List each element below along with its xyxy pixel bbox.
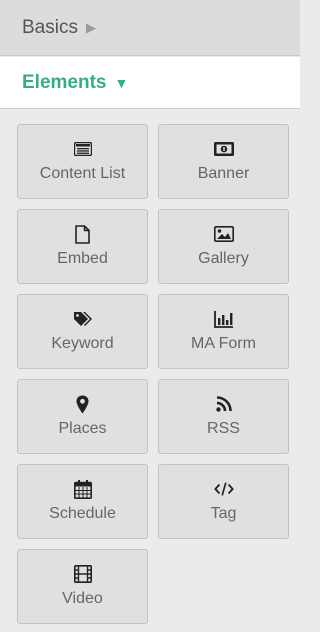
element-label: Embed <box>57 250 108 267</box>
element-tag[interactable]: Tag <box>158 464 289 539</box>
element-label: Banner <box>197 165 250 182</box>
element-label: Schedule <box>49 505 116 522</box>
element-content-list[interactable]: Content List <box>17 124 148 199</box>
image-icon <box>213 224 234 244</box>
code-icon <box>213 479 234 499</box>
rss-icon <box>214 394 234 414</box>
element-banner[interactable]: Banner <box>158 124 289 199</box>
element-label: RSS <box>207 420 240 437</box>
section-elements-header[interactable]: Elements ▼ <box>0 57 300 109</box>
tags-icon <box>73 309 93 329</box>
element-label: Content List <box>39 165 126 182</box>
banner-icon <box>213 139 234 159</box>
element-label: Video <box>62 590 103 607</box>
element-gallery[interactable]: Gallery <box>158 209 289 284</box>
element-video[interactable]: Video <box>17 549 148 624</box>
elements-panel: Content List Banner Embed Gallery Keywor… <box>0 110 300 632</box>
element-schedule[interactable]: Schedule <box>17 464 148 539</box>
section-basics-header[interactable]: Basics ▶ <box>0 0 300 56</box>
element-places[interactable]: Places <box>17 379 148 454</box>
expanded-arrow-icon: ▼ <box>114 74 129 91</box>
element-embed[interactable]: Embed <box>17 209 148 284</box>
map-marker-icon <box>73 394 93 414</box>
collapsed-arrow-icon: ▶ <box>85 19 96 35</box>
document-icon <box>73 224 93 244</box>
element-label: Gallery <box>198 250 249 267</box>
bar-chart-icon <box>213 309 234 329</box>
element-rss[interactable]: RSS <box>158 379 289 454</box>
element-label: Keyword <box>51 335 114 352</box>
film-icon <box>73 564 93 584</box>
element-keyword[interactable]: Keyword <box>17 294 148 369</box>
elements-grid: Content List Banner Embed Gallery Keywor… <box>17 124 289 624</box>
calendar-icon <box>73 479 93 499</box>
element-label: MA Form <box>191 335 256 352</box>
list-icon <box>73 139 93 159</box>
section-elements-label: Elements <box>22 71 107 93</box>
section-basics-label: Basics <box>22 16 78 38</box>
element-label: Places <box>58 420 107 437</box>
element-ma-form[interactable]: MA Form <box>158 294 289 369</box>
element-label: Tag <box>210 505 237 522</box>
